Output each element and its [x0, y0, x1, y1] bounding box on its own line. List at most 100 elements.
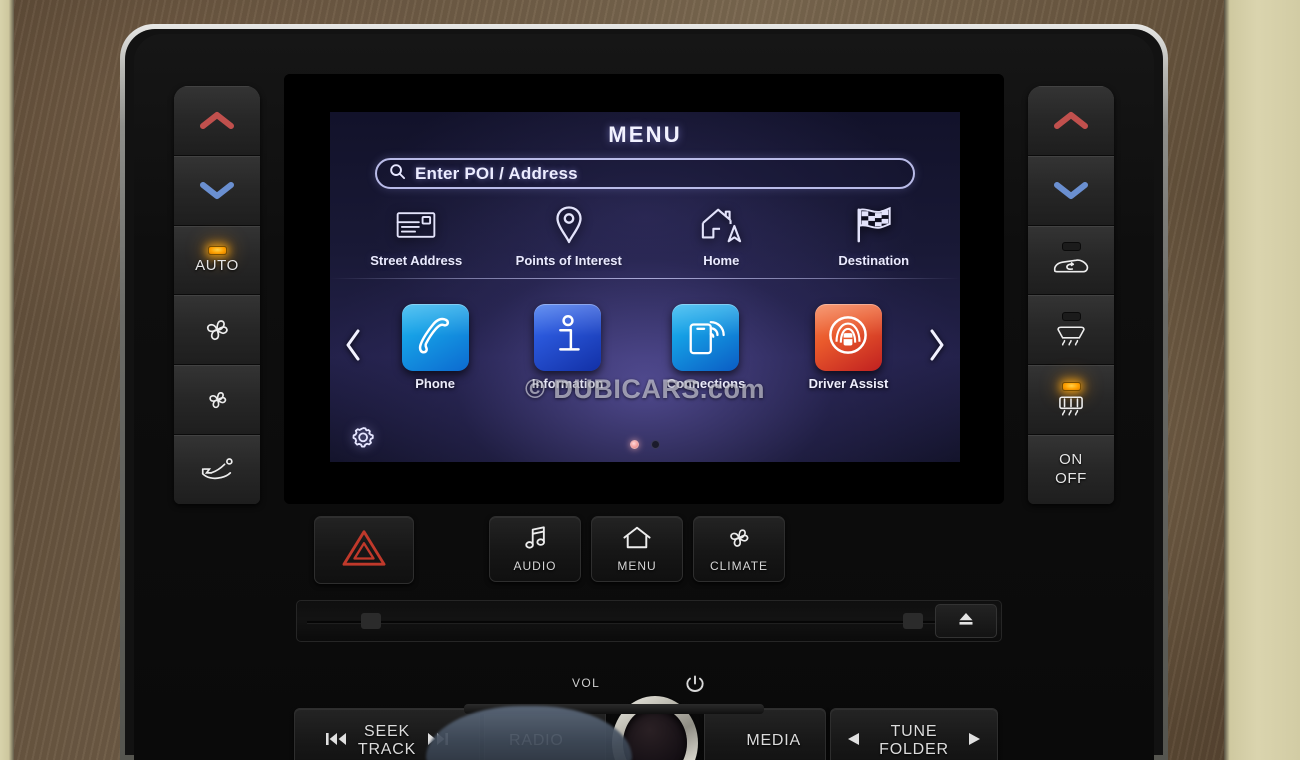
media-label: MEDIA	[746, 732, 801, 750]
home-icon	[622, 525, 652, 556]
app-tile-label: Driver Assist	[808, 375, 889, 391]
fan-icon	[200, 315, 234, 345]
temp-down-left-button[interactable]	[174, 155, 260, 226]
right-trim-panel	[1222, 0, 1300, 760]
auto-climate-button[interactable]: AUTO	[174, 225, 260, 296]
nav-shortcut-destination[interactable]: Destination	[798, 203, 951, 268]
cd-slot[interactable]	[296, 600, 1002, 642]
cd-slot-nub-left	[361, 613, 381, 629]
bottom-control-row: VOL SEEK TRACK MEDIA TUNE FOLDER	[286, 674, 1002, 760]
carousel-next-button[interactable]	[920, 328, 954, 367]
audio-label: AUDIO	[513, 559, 557, 573]
smartphone-wifi-icon	[685, 313, 727, 362]
rear-defrost-icon	[1054, 394, 1088, 418]
cd-slot-opening	[307, 621, 991, 623]
menu-button[interactable]: MENU	[591, 516, 683, 582]
section-divider	[330, 278, 960, 279]
chevron-up-red-icon	[200, 110, 234, 130]
eject-button[interactable]	[935, 604, 997, 638]
volume-label: VOL	[572, 676, 601, 690]
climate-button[interactable]: CLIMATE	[693, 516, 785, 582]
search-input[interactable]: Enter POI / Address	[375, 158, 915, 189]
street-address-icon	[395, 203, 437, 247]
search-placeholder: Enter POI / Address	[415, 163, 578, 183]
hazard-lights-button[interactable]	[314, 516, 414, 584]
info-i-icon	[551, 313, 585, 362]
app-tile-information[interactable]: Information	[532, 303, 603, 391]
hard-key-row: AUDIO MENU CLIMATE	[284, 510, 1004, 592]
connections-tile-surface	[672, 303, 740, 371]
nav-shortcut-label: Destination	[838, 253, 910, 268]
climate-label: CLIMATE	[709, 559, 769, 573]
gear-icon[interactable]	[350, 424, 377, 456]
triangle-right-icon	[968, 732, 981, 751]
nav-shortcut-label: Points of Interest	[515, 253, 622, 268]
media-button[interactable]: MEDIA	[704, 708, 826, 760]
chevron-right-icon	[927, 328, 947, 367]
nav-shortcut-label: Street Address	[370, 253, 463, 268]
carousel-prev-button[interactable]	[336, 328, 370, 367]
rear-defrost-led-indicator	[1061, 381, 1081, 391]
recirculate-icon	[1051, 254, 1091, 278]
center-console-scene: AUTO ON OFF MENU Enter POI / Address Str…	[0, 0, 1300, 760]
front-defrost-icon	[1053, 324, 1089, 348]
screen-footer	[330, 424, 960, 458]
fan-speed-up-button[interactable]	[174, 295, 260, 366]
front-defrost-button[interactable]	[1028, 295, 1114, 366]
page-dot-1[interactable]	[630, 440, 639, 449]
hazard-triangle-icon	[341, 527, 387, 574]
auto-led-indicator	[207, 246, 227, 256]
home-nav-icon	[700, 203, 742, 247]
checkered-flag-icon	[853, 203, 895, 247]
head-unit-console: AUTO ON OFF MENU Enter POI / Address Str…	[134, 34, 1154, 760]
fan-speed-down-button[interactable]	[174, 365, 260, 436]
chevron-up-red-icon	[1054, 110, 1088, 130]
app-tile-phone[interactable]: Phone	[401, 303, 469, 391]
cd-slot-nub-right	[903, 613, 923, 629]
rear-defrost-button[interactable]	[1028, 365, 1114, 436]
temp-up-right-button[interactable]	[1028, 86, 1114, 156]
page-indicator-dots	[630, 440, 660, 449]
music-note-icon	[523, 525, 548, 556]
triangle-left-icon	[847, 732, 860, 751]
nav-shortcut-home[interactable]: Home	[645, 203, 798, 268]
app-tile-driver-assist[interactable]: Driver Assist	[808, 303, 889, 391]
information-tile-surface	[534, 303, 602, 371]
app-tile-connections[interactable]: Connections	[666, 303, 746, 391]
phone-tile-surface	[401, 303, 469, 371]
climate-on-off-button[interactable]: ON OFF	[1028, 435, 1114, 504]
page-dot-2[interactable]	[651, 440, 660, 449]
app-tile-label: Phone	[415, 375, 455, 391]
map-pin-icon	[554, 203, 584, 247]
nav-shortcut-label: Home	[703, 253, 740, 268]
nav-shortcut-street-address[interactable]: Street Address	[340, 203, 493, 268]
temp-up-left-button[interactable]	[174, 86, 260, 156]
chevron-down-blue-icon	[200, 180, 234, 200]
airflow-mode-button[interactable]	[174, 435, 260, 504]
app-tile-label: Connections	[666, 375, 746, 391]
volume-knob-core	[623, 707, 687, 760]
auto-climate-label: AUTO	[195, 257, 239, 275]
phone-handset-icon	[413, 313, 457, 362]
tune-folder-button[interactable]: TUNE FOLDER	[830, 708, 998, 760]
fan-small-icon	[204, 388, 231, 412]
driver-assist-tile-surface	[814, 303, 882, 371]
nav-shortcut-points-of-interest[interactable]: Points of Interest	[493, 203, 646, 268]
climate-off-label: OFF	[1055, 470, 1087, 488]
nav-shortcut-row: Street Address Points of Interest Home D…	[340, 203, 950, 268]
driver-assist-icon	[826, 313, 870, 362]
infotainment-screen[interactable]: MENU Enter POI / Address Street Address …	[330, 112, 960, 462]
climate-on-label: ON	[1059, 451, 1083, 469]
chevron-down-blue-icon	[1054, 180, 1088, 200]
airflow-seat-icon	[198, 456, 236, 484]
power-icon[interactable]	[686, 674, 704, 699]
search-icon	[389, 163, 406, 185]
temp-down-right-button[interactable]	[1028, 155, 1114, 226]
right-climate-button-column: ON OFF	[1028, 86, 1114, 504]
air-recirculation-button[interactable]	[1028, 225, 1114, 296]
audio-button[interactable]: AUDIO	[489, 516, 581, 582]
chevron-left-icon	[343, 328, 363, 367]
fan-icon	[725, 525, 753, 556]
app-tiles: Phone Information Connections Driver Ass…	[370, 303, 920, 391]
left-climate-button-column: AUTO	[174, 86, 260, 504]
